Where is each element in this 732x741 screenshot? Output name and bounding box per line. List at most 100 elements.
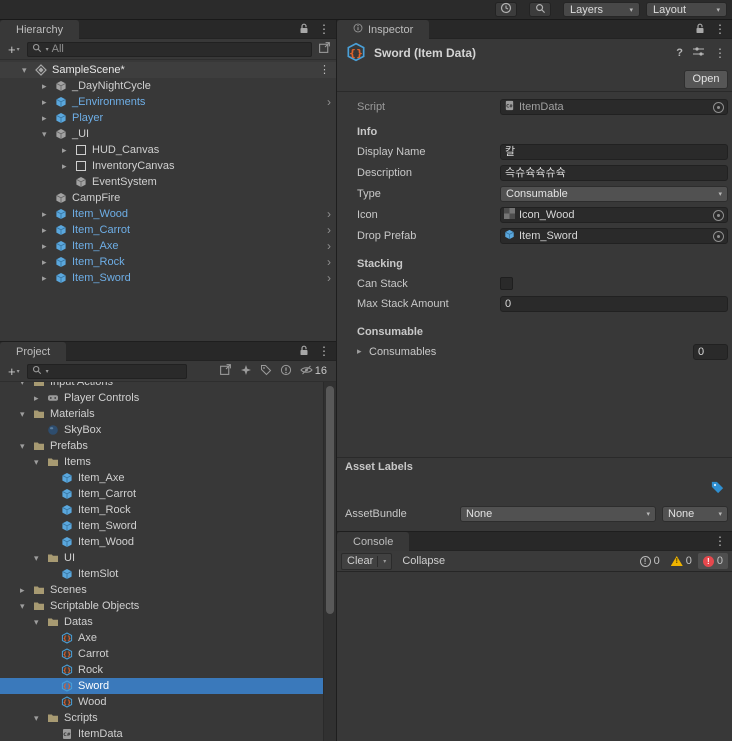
hierarchy-row-CampFire[interactable]: CampFire bbox=[0, 190, 336, 206]
panel-menu-icon[interactable]: ⋮ bbox=[714, 20, 726, 39]
create-button[interactable]: + ▾ bbox=[5, 364, 23, 379]
project-row-Materials[interactable]: ▾ Materials bbox=[0, 406, 323, 422]
prefab-open-chevron[interactable]: › bbox=[327, 206, 331, 222]
prefab-open-chevron[interactable]: › bbox=[327, 254, 331, 270]
max-stack-field[interactable]: 0 bbox=[500, 296, 728, 312]
project-row-Axe[interactable]: {} Axe bbox=[0, 630, 323, 646]
foldout-arrow[interactable]: ▾ bbox=[20, 598, 33, 614]
lock-icon[interactable] bbox=[695, 23, 705, 37]
open-button[interactable]: Open bbox=[684, 70, 728, 89]
scrollbar-thumb[interactable] bbox=[326, 386, 334, 614]
foldout-arrow[interactable]: ▸ bbox=[42, 254, 55, 270]
foldout-arrow[interactable]: ▸ bbox=[62, 142, 75, 158]
display-name-field[interactable]: 칼 bbox=[500, 144, 728, 160]
tab-inspector[interactable]: Inspector bbox=[337, 20, 430, 39]
foldout-arrow[interactable]: ▾ bbox=[20, 438, 33, 454]
foldout-arrow[interactable]: ▾ bbox=[22, 62, 35, 78]
label-tag-icon[interactable] bbox=[710, 480, 725, 498]
presets-icon[interactable] bbox=[692, 46, 705, 60]
description-field[interactable]: 슥슈슉슉슈슉 bbox=[500, 165, 728, 181]
project-row-Wood[interactable]: {} Wood bbox=[0, 694, 323, 710]
hierarchy-row-HUD_Canvas[interactable]: ▸ HUD_Canvas bbox=[0, 142, 336, 158]
project-row-ItemData[interactable]: C# ItemData bbox=[0, 726, 323, 741]
project-row-Prefabs[interactable]: ▾ Prefabs bbox=[0, 438, 323, 454]
open-search-window-icon[interactable] bbox=[318, 41, 331, 57]
global-search-button[interactable] bbox=[529, 2, 551, 17]
foldout-arrow[interactable]: ▾ bbox=[34, 710, 47, 726]
panel-menu-icon[interactable]: ⋮ bbox=[714, 532, 726, 551]
project-row-Item_Axe[interactable]: Item_Axe bbox=[0, 470, 323, 486]
project-row-Datas[interactable]: ▾ Datas bbox=[0, 614, 323, 630]
scene-menu-icon[interactable]: ⋮ bbox=[319, 62, 330, 78]
foldout-arrow[interactable]: ▸ bbox=[42, 94, 55, 110]
foldout-arrow[interactable]: ▸ bbox=[357, 346, 362, 357]
tab-project[interactable]: Project bbox=[0, 342, 67, 361]
project-row-Sword[interactable]: {} Sword bbox=[0, 678, 323, 694]
hierarchy-row-_UI[interactable]: ▾ _UI bbox=[0, 126, 336, 142]
foldout-arrow[interactable]: ▸ bbox=[20, 582, 33, 598]
project-row-Player-Controls[interactable]: ▸ Player Controls bbox=[0, 390, 323, 406]
foldout-arrow[interactable]: ▸ bbox=[42, 270, 55, 286]
project-row-Item_Carrot[interactable]: Item_Carrot bbox=[0, 486, 323, 502]
drop-prefab-object-field[interactable]: Item_Sword bbox=[500, 228, 728, 244]
project-row-Item_Wood[interactable]: Item_Wood bbox=[0, 534, 323, 550]
hierarchy-row-InventoryCanvas[interactable]: ▸ InventoryCanvas bbox=[0, 158, 336, 174]
foldout-arrow[interactable]: ▸ bbox=[42, 222, 55, 238]
consumables-size-field[interactable]: 0 bbox=[693, 344, 728, 360]
foldout-arrow[interactable]: ▸ bbox=[42, 238, 55, 254]
info-filter-button[interactable]: ! 0 bbox=[635, 553, 665, 569]
foldout-arrow[interactable]: ▾ bbox=[42, 126, 55, 142]
tab-hierarchy[interactable]: Hierarchy bbox=[0, 20, 80, 39]
clear-button[interactable]: Clear ▾ bbox=[341, 552, 393, 570]
prefab-open-chevron[interactable]: › bbox=[327, 270, 331, 286]
hierarchy-row-Item_Wood[interactable]: ▸ Item_Wood › bbox=[0, 206, 336, 222]
type-dropdown[interactable]: Consumable ▾ bbox=[500, 186, 728, 202]
project-row-Item_Sword[interactable]: Item_Sword bbox=[0, 518, 323, 534]
foldout-arrow[interactable]: ▸ bbox=[34, 390, 47, 406]
error-filter-button[interactable]: ! 0 bbox=[697, 553, 728, 569]
project-row-Carrot[interactable]: {} Carrot bbox=[0, 646, 323, 662]
foldout-arrow[interactable]: ▸ bbox=[42, 110, 55, 126]
foldout-arrow[interactable]: ▾ bbox=[34, 550, 47, 566]
icon-object-field[interactable]: Icon_Wood bbox=[500, 207, 728, 223]
project-row-SkyBox[interactable]: SkyBox bbox=[0, 422, 323, 438]
layout-dropdown[interactable]: Layout ▾ bbox=[646, 2, 727, 17]
script-field[interactable]: C# ItemData bbox=[500, 99, 728, 115]
foldout-arrow[interactable]: ▾ bbox=[34, 454, 47, 470]
search-by-label-icon[interactable] bbox=[260, 364, 272, 379]
foldout-arrow[interactable]: ▾ bbox=[20, 406, 33, 422]
layers-dropdown[interactable]: Layers ▾ bbox=[563, 2, 640, 17]
hierarchy-row-Player[interactable]: ▸ Player bbox=[0, 110, 336, 126]
project-row-Scenes[interactable]: ▸ Scenes bbox=[0, 582, 323, 598]
help-icon[interactable]: ? bbox=[676, 47, 683, 59]
hierarchy-row-_DayNightCycle[interactable]: ▸ _DayNightCycle bbox=[0, 78, 336, 94]
project-row-ItemSlot[interactable]: ItemSlot bbox=[0, 566, 323, 582]
assetbundle-variant-dropdown[interactable]: None ▾ bbox=[662, 506, 728, 522]
open-search-window-icon[interactable] bbox=[219, 363, 232, 379]
assetbundle-dropdown[interactable]: None ▾ bbox=[460, 506, 656, 522]
project-row-Scripts[interactable]: ▾ Scripts bbox=[0, 710, 323, 726]
alert-icon[interactable] bbox=[280, 364, 292, 379]
warning-filter-button[interactable]: 0 bbox=[666, 553, 697, 569]
hierarchy-row-_Environments[interactable]: ▸ _Environments › bbox=[0, 94, 336, 110]
component-menu-icon[interactable]: ⋮ bbox=[714, 44, 726, 63]
hierarchy-row-Item_Sword[interactable]: ▸ Item_Sword › bbox=[0, 270, 336, 286]
project-row-Scriptable-Objects[interactable]: ▾ Scriptable Objects bbox=[0, 598, 323, 614]
hierarchy-row-SampleScene*[interactable]: ▾ SampleScene* ⋮ bbox=[0, 62, 336, 78]
hierarchy-row-Item_Rock[interactable]: ▸ Item_Rock › bbox=[0, 254, 336, 270]
hidden-packages-toggle[interactable]: 16 bbox=[300, 364, 327, 379]
search-by-type-icon[interactable] bbox=[240, 364, 252, 379]
undo-history-button[interactable] bbox=[495, 2, 517, 17]
hierarchy-row-Item_Axe[interactable]: ▸ Item_Axe › bbox=[0, 238, 336, 254]
project-row-Items[interactable]: ▾ Items bbox=[0, 454, 323, 470]
tab-console[interactable]: Console bbox=[337, 532, 410, 551]
object-picker-icon[interactable] bbox=[713, 101, 724, 113]
lock-icon[interactable] bbox=[299, 23, 309, 37]
lock-icon[interactable] bbox=[299, 345, 309, 359]
collapse-button[interactable]: Collapse bbox=[396, 553, 451, 570]
foldout-arrow[interactable]: ▸ bbox=[42, 206, 55, 222]
console-log-area[interactable] bbox=[337, 572, 732, 741]
panel-menu-icon[interactable]: ⋮ bbox=[318, 342, 330, 361]
foldout-arrow[interactable]: ▸ bbox=[42, 78, 55, 94]
object-picker-icon[interactable] bbox=[713, 230, 724, 242]
